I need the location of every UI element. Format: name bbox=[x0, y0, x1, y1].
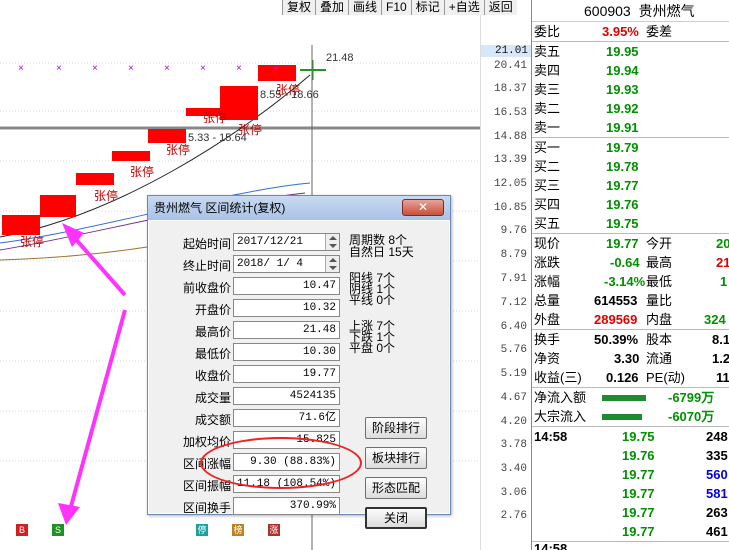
order-row[interactable]: 卖一 19.91 bbox=[532, 118, 729, 137]
toolbar-fuquan-button[interactable]: 复权 bbox=[282, 0, 316, 15]
start-date-field[interactable]: 2017/12/21 bbox=[233, 233, 340, 251]
price-axis: 21.01 20.41 18.37 16.53 14.88 13.39 12.0… bbox=[480, 15, 532, 550]
order-row[interactable]: 买三 19.77 bbox=[532, 176, 729, 195]
stat-row: 净资 3.30 流通 1.2 bbox=[534, 351, 729, 366]
range-label: 8.55 - 18.66 bbox=[260, 89, 319, 101]
order-row[interactable]: 买二 19.78 bbox=[532, 157, 729, 176]
quote-panel: 600903 贵州燃气 委比 3.95% 委差 卖五 19.95 卖四 19.94 … bbox=[531, 0, 729, 550]
toolbar-mark-button[interactable]: 标记 bbox=[410, 0, 444, 15]
volume-field: 4524135 bbox=[233, 387, 340, 405]
weibi-row: 委比 3.95% 委差 bbox=[534, 24, 673, 39]
stat-row: 涨跌 -0.64 最高 21 bbox=[534, 255, 729, 270]
stat-row: 现价 19.77 今开 20 bbox=[534, 236, 729, 251]
tick-row: 19.76 335 bbox=[622, 448, 728, 463]
stock-code: 600903 bbox=[584, 3, 631, 19]
ping-count: 平线 0个 bbox=[349, 293, 396, 307]
limit-up-label: 张停 bbox=[166, 143, 191, 157]
amount-field: 71.6亿 bbox=[233, 409, 340, 427]
rank-marker[interactable]: 榜 bbox=[232, 524, 244, 536]
stat-row: 总量 614553 量比 bbox=[534, 293, 673, 308]
order-row[interactable]: 买五 19.75 bbox=[532, 214, 729, 233]
low-price-field: 10.30 bbox=[233, 343, 340, 361]
tick-row: 19.77 263 bbox=[622, 505, 728, 520]
stat-row: 收益(三) 0.126 PE(动) 11 bbox=[534, 370, 729, 385]
sector-rank-button[interactable]: 板块排行 bbox=[365, 447, 427, 469]
toolbar-draw-button[interactable]: 画线 bbox=[348, 0, 382, 15]
flow-row: 大宗流入 -6070万 bbox=[534, 409, 715, 424]
close-price-field: 19.77 bbox=[233, 365, 340, 383]
limit-up-label: 张停 bbox=[20, 235, 45, 249]
stock-name: 贵州燃气 bbox=[638, 3, 695, 19]
order-row[interactable]: 买一 19.79 bbox=[532, 138, 729, 157]
order-row[interactable]: 买四 19.76 bbox=[532, 195, 729, 214]
sell-marker[interactable]: S bbox=[52, 524, 64, 536]
toolbar-f10-button[interactable]: F10 bbox=[381, 0, 411, 15]
halt-marker[interactable]: 停 bbox=[196, 524, 208, 536]
limit-up-label: 张停 bbox=[130, 165, 155, 179]
tick-row: 14:58 bbox=[534, 542, 568, 550]
stat-row: 换手 50.39% 股本 8.1 bbox=[534, 332, 729, 347]
open-price-field: 10.32 bbox=[233, 299, 340, 317]
order-row[interactable]: 卖四 19.94 bbox=[532, 61, 729, 80]
high-price-label: 21.48 bbox=[326, 52, 354, 64]
end-date-field[interactable]: 2018/ 1/ 4 bbox=[233, 255, 340, 273]
dialog-title: 贵州燃气 区间统计(复权) bbox=[154, 201, 286, 215]
flow-row: 净流入额 -6799万 bbox=[534, 390, 715, 405]
highlight-ellipse bbox=[200, 437, 362, 489]
tick-row: 19.77 461 bbox=[622, 524, 728, 539]
tick-row: 19.77 560 bbox=[622, 467, 728, 482]
buy-marker[interactable]: B bbox=[16, 524, 28, 536]
natural-days: 自然日 15天 bbox=[349, 245, 414, 259]
limit-up-label: 张停 bbox=[203, 111, 228, 125]
close-button[interactable]: 关闭 bbox=[365, 507, 427, 529]
order-row[interactable]: 卖二 19.92 bbox=[532, 99, 729, 118]
stat-row: 外盘 289569 内盘 324 bbox=[534, 312, 726, 327]
current-price-marker: 21.01 bbox=[481, 45, 532, 57]
pattern-match-button[interactable]: 形态匹配 bbox=[365, 477, 427, 499]
tick-row: 14:58 19.75 248 bbox=[534, 429, 728, 444]
annotation-arrows bbox=[58, 223, 127, 525]
date-spinner[interactable] bbox=[325, 256, 339, 272]
toolbar-back-button[interactable]: 返回 bbox=[483, 0, 517, 15]
stat-row: 涨幅 -3.14% 最低 1 bbox=[534, 274, 728, 289]
stage-rank-button[interactable]: 阶段排行 bbox=[365, 417, 427, 439]
limit-marker[interactable]: 涨 bbox=[268, 524, 280, 536]
order-row[interactable]: 卖三 19.93 bbox=[532, 80, 729, 99]
range-label: 5.33 - 15.64 bbox=[188, 132, 247, 144]
tick-row: 19.77 581 bbox=[622, 486, 728, 501]
flat-count: 平盘 0个 bbox=[349, 341, 396, 355]
toolbar-add-watchlist-button[interactable]: +自选 bbox=[443, 0, 484, 15]
stock-header: 600903 贵州燃气 bbox=[532, 0, 729, 22]
toolbar-overlay-button[interactable]: 叠加 bbox=[315, 0, 349, 15]
limit-up-label: 张停 bbox=[94, 189, 119, 203]
range-turnover-field: 370.99% bbox=[233, 497, 340, 515]
date-spinner[interactable] bbox=[325, 234, 339, 250]
dialog-title-bar[interactable]: 贵州燃气 区间统计(复权) ✕ bbox=[148, 196, 450, 220]
order-row[interactable]: 卖五 19.95 bbox=[532, 42, 729, 61]
high-price-field: 21.48 bbox=[233, 321, 340, 339]
chart-toolbar: 复权 叠加 画线 F10 标记 +自选 返回 bbox=[282, 0, 517, 15]
prev-close-field: 10.47 bbox=[233, 277, 340, 295]
close-icon[interactable]: ✕ bbox=[402, 199, 444, 216]
